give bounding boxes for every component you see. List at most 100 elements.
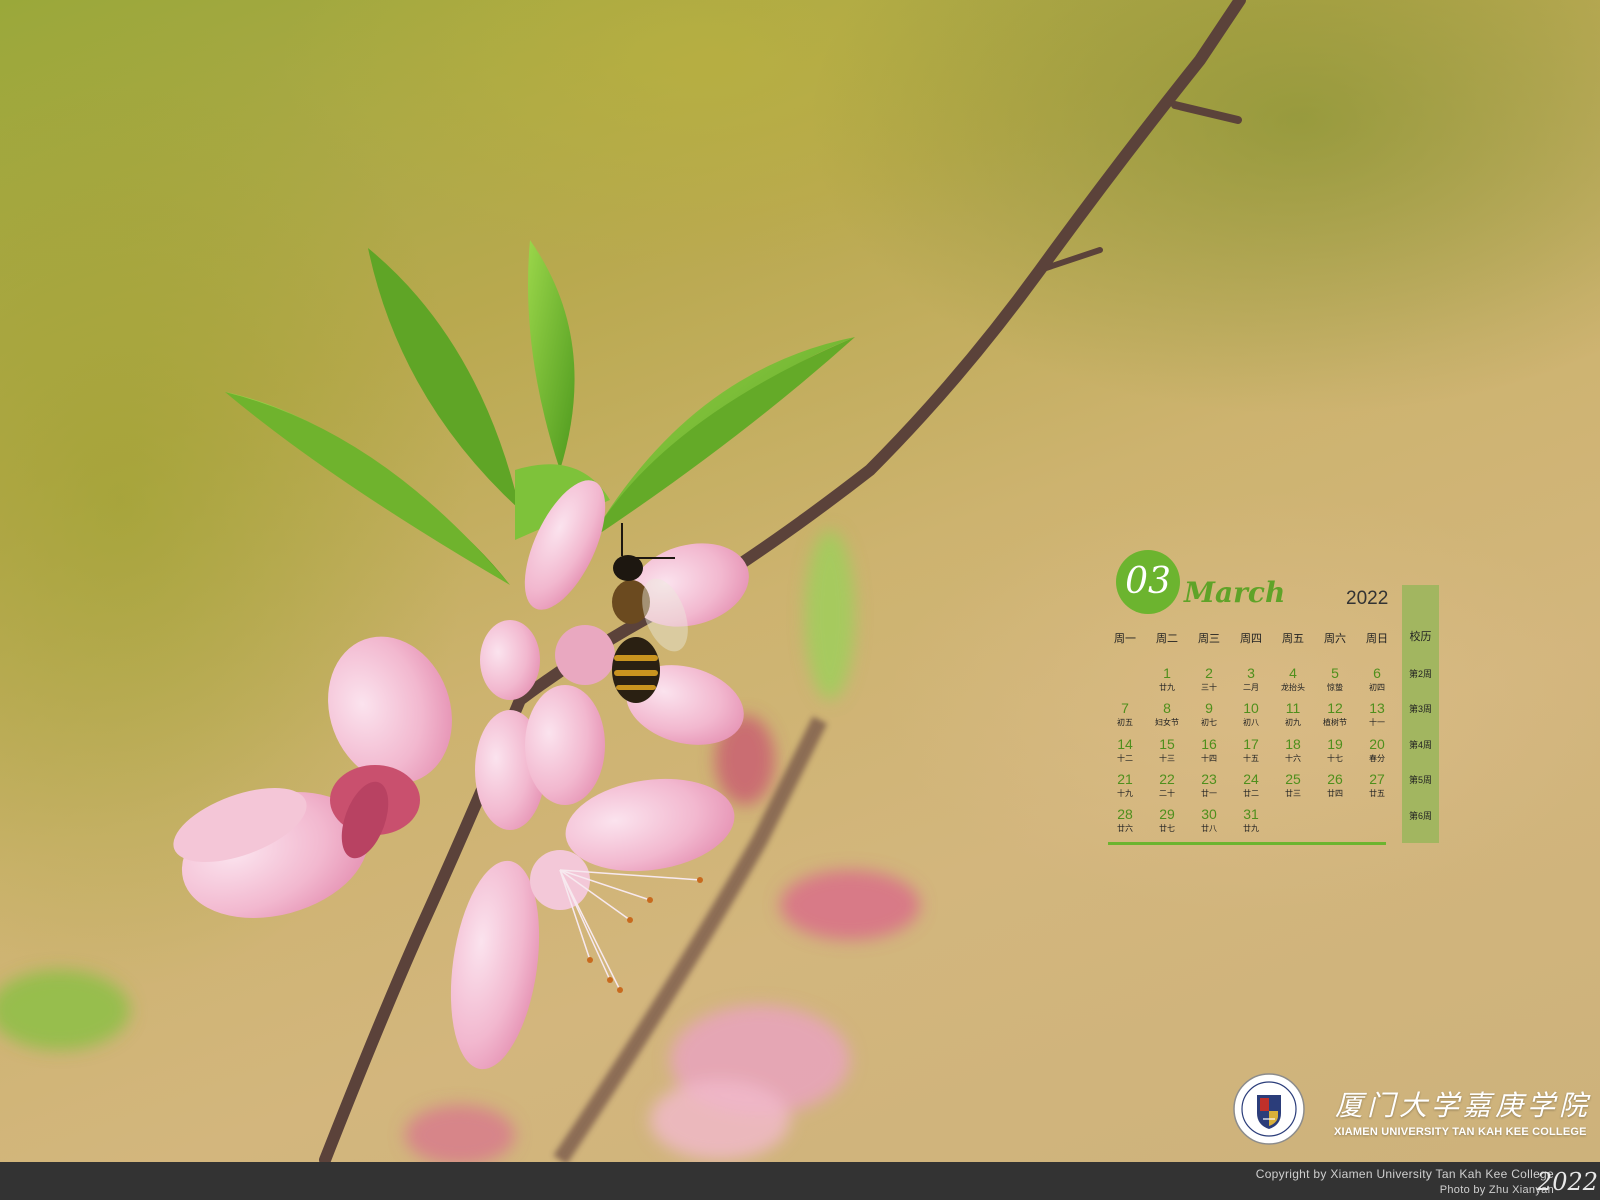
lunar-date-label: 十五: [1243, 754, 1259, 763]
calendar-day: 22 二十: [1146, 771, 1188, 799]
day-number: 5: [1331, 665, 1339, 681]
day-number: 27: [1369, 771, 1385, 787]
day-number: 20: [1369, 736, 1385, 752]
lunar-date-label: 廿六: [1117, 824, 1133, 833]
day-number: 29: [1159, 806, 1175, 822]
footer-bar: Copyright by Xiamen University Tan Kah K…: [0, 1162, 1600, 1200]
month-number-badge: 03: [1116, 550, 1180, 614]
lunar-date-label: 初五: [1117, 718, 1133, 727]
weekday-header: 周一: [1114, 633, 1136, 645]
day-number: 31: [1243, 806, 1259, 822]
lunar-date-label: 植树节: [1323, 718, 1347, 727]
day-number: 21: [1117, 771, 1133, 787]
calendar-day: 4 龙抬头: [1272, 665, 1314, 693]
day-number: 24: [1243, 771, 1259, 787]
school-calendar-header: 校历: [1409, 631, 1432, 643]
lunar-date-label: 初四: [1369, 683, 1385, 692]
day-number: 28: [1117, 806, 1133, 822]
lunar-date-label: 三十: [1201, 683, 1217, 692]
school-week-label: 第4周: [1408, 740, 1432, 750]
calendar-day: 15 十三: [1146, 736, 1188, 764]
college-name-chinese: 厦门大学嘉庚学院: [1335, 1089, 1592, 1122]
day-number: 19: [1327, 736, 1343, 752]
lunar-date-label: 廿五: [1369, 789, 1385, 798]
lunar-date-label: 廿四: [1327, 789, 1343, 798]
lunar-date-label: 廿九: [1159, 683, 1175, 692]
calendar-day: 3 二月: [1230, 665, 1272, 693]
calendar-day: 5 惊蛰: [1314, 665, 1356, 693]
lunar-date-label: 廿八: [1201, 824, 1217, 833]
calendar-day: 2 三十: [1188, 665, 1230, 693]
calendar-day: 21 十九: [1104, 771, 1146, 799]
lunar-date-label: 十六: [1285, 754, 1301, 763]
weekday-header: 周二: [1156, 633, 1178, 645]
calendar-day: 30 廿八: [1188, 806, 1230, 834]
day-number: 9: [1205, 700, 1213, 716]
day-number: 8: [1163, 700, 1171, 716]
day-number: 30: [1201, 806, 1217, 822]
calendar-day: 17 十五: [1230, 736, 1272, 764]
calendar-day: 27 廿五: [1356, 771, 1398, 799]
footer-year: 2022: [1536, 1168, 1598, 1196]
day-number: 15: [1159, 736, 1175, 752]
calendar-day: 16 十四: [1188, 736, 1230, 764]
calendar-day: 14 十二: [1104, 736, 1146, 764]
weekday-header: 周三: [1198, 633, 1220, 645]
calendar-day: 24 廿二: [1230, 771, 1272, 799]
school-week-label: 第2周: [1408, 669, 1432, 679]
calendar-day: 20 春分: [1356, 736, 1398, 764]
college-emblem-icon: [1233, 1073, 1305, 1145]
lunar-date-label: 春分: [1369, 754, 1385, 763]
school-week-label: 第3周: [1408, 704, 1432, 714]
day-number: 2: [1205, 665, 1213, 681]
weekday-header: 周六: [1324, 633, 1346, 645]
calendar-day: 11 初九: [1272, 700, 1314, 728]
day-number: 10: [1243, 700, 1259, 716]
calendar-day: 10 初八: [1230, 700, 1272, 728]
calendar-day: 9 初七: [1188, 700, 1230, 728]
day-number: 23: [1201, 771, 1217, 787]
day-number: 25: [1285, 771, 1301, 787]
lunar-date-label: 十四: [1201, 754, 1217, 763]
college-name-english: XIAMEN UNIVERSITY TAN KAH KEE COLLEGE: [1334, 1126, 1587, 1138]
lunar-date-label: 廿七: [1159, 824, 1175, 833]
day-number: 6: [1373, 665, 1381, 681]
calendar-day: 23 廿一: [1188, 771, 1230, 799]
school-calendar-column: 校历 第2周 第3周 第4周 第5周 第6周: [1402, 585, 1439, 843]
calendar-day: 6 初四: [1356, 665, 1398, 693]
lunar-date-label: 十九: [1117, 789, 1133, 798]
day-number: 17: [1243, 736, 1259, 752]
day-number: 26: [1327, 771, 1343, 787]
lunar-date-label: 初九: [1285, 718, 1301, 727]
lunar-date-label: 初七: [1201, 718, 1217, 727]
lunar-date-label: 十七: [1327, 754, 1343, 763]
lunar-date-label: 廿一: [1201, 789, 1217, 798]
day-number: 14: [1117, 736, 1133, 752]
calendar-day: 8 妇女节: [1146, 700, 1188, 728]
day-number: 22: [1159, 771, 1175, 787]
calendar-day: 7 初五: [1104, 700, 1146, 728]
school-week-label: 第6周: [1408, 811, 1432, 821]
day-number: 11: [1285, 700, 1301, 716]
calendar-day: 29 廿七: [1146, 806, 1188, 834]
day-number: 12: [1327, 700, 1343, 716]
calendar-divider-line: [1108, 842, 1386, 845]
day-number: 3: [1247, 665, 1255, 681]
lunar-date-label: 惊蛰: [1327, 683, 1343, 692]
day-number: 7: [1121, 700, 1129, 716]
weekday-header: 周五: [1282, 633, 1304, 645]
day-number: 16: [1201, 736, 1217, 752]
lunar-date-label: 妇女节: [1155, 718, 1179, 727]
lunar-date-label: 十三: [1159, 754, 1175, 763]
lunar-date-label: 十二: [1117, 754, 1133, 763]
lunar-date-label: 二月: [1243, 683, 1259, 692]
lunar-date-label: 二十: [1159, 789, 1175, 798]
calendar-year: 2022: [1346, 588, 1389, 609]
day-number: 4: [1289, 665, 1297, 681]
calendar-day: 26 廿四: [1314, 771, 1356, 799]
calendar-day: 31 廿九: [1230, 806, 1272, 834]
day-number: 18: [1285, 736, 1301, 752]
calendar: 03 March 2022 校历 第2周 第3周 第4周 第5周 第6周 周一 …: [1108, 550, 1440, 850]
calendar-day: 13 十一: [1356, 700, 1398, 728]
lunar-date-label: 廿三: [1285, 789, 1301, 798]
